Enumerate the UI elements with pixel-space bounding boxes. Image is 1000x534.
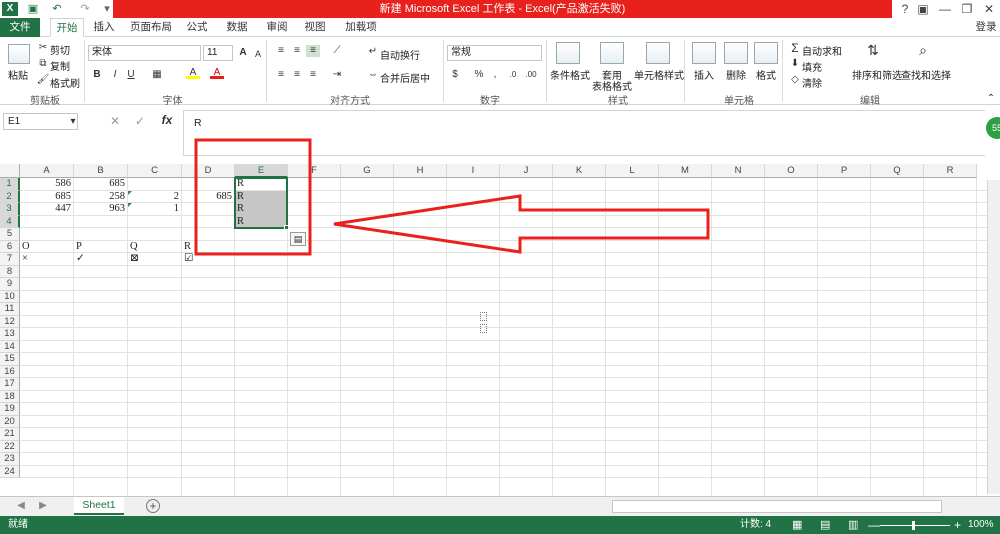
annotation-arrow xyxy=(333,194,710,254)
annotation-box xyxy=(194,138,312,256)
annotation-overlay xyxy=(194,138,710,256)
